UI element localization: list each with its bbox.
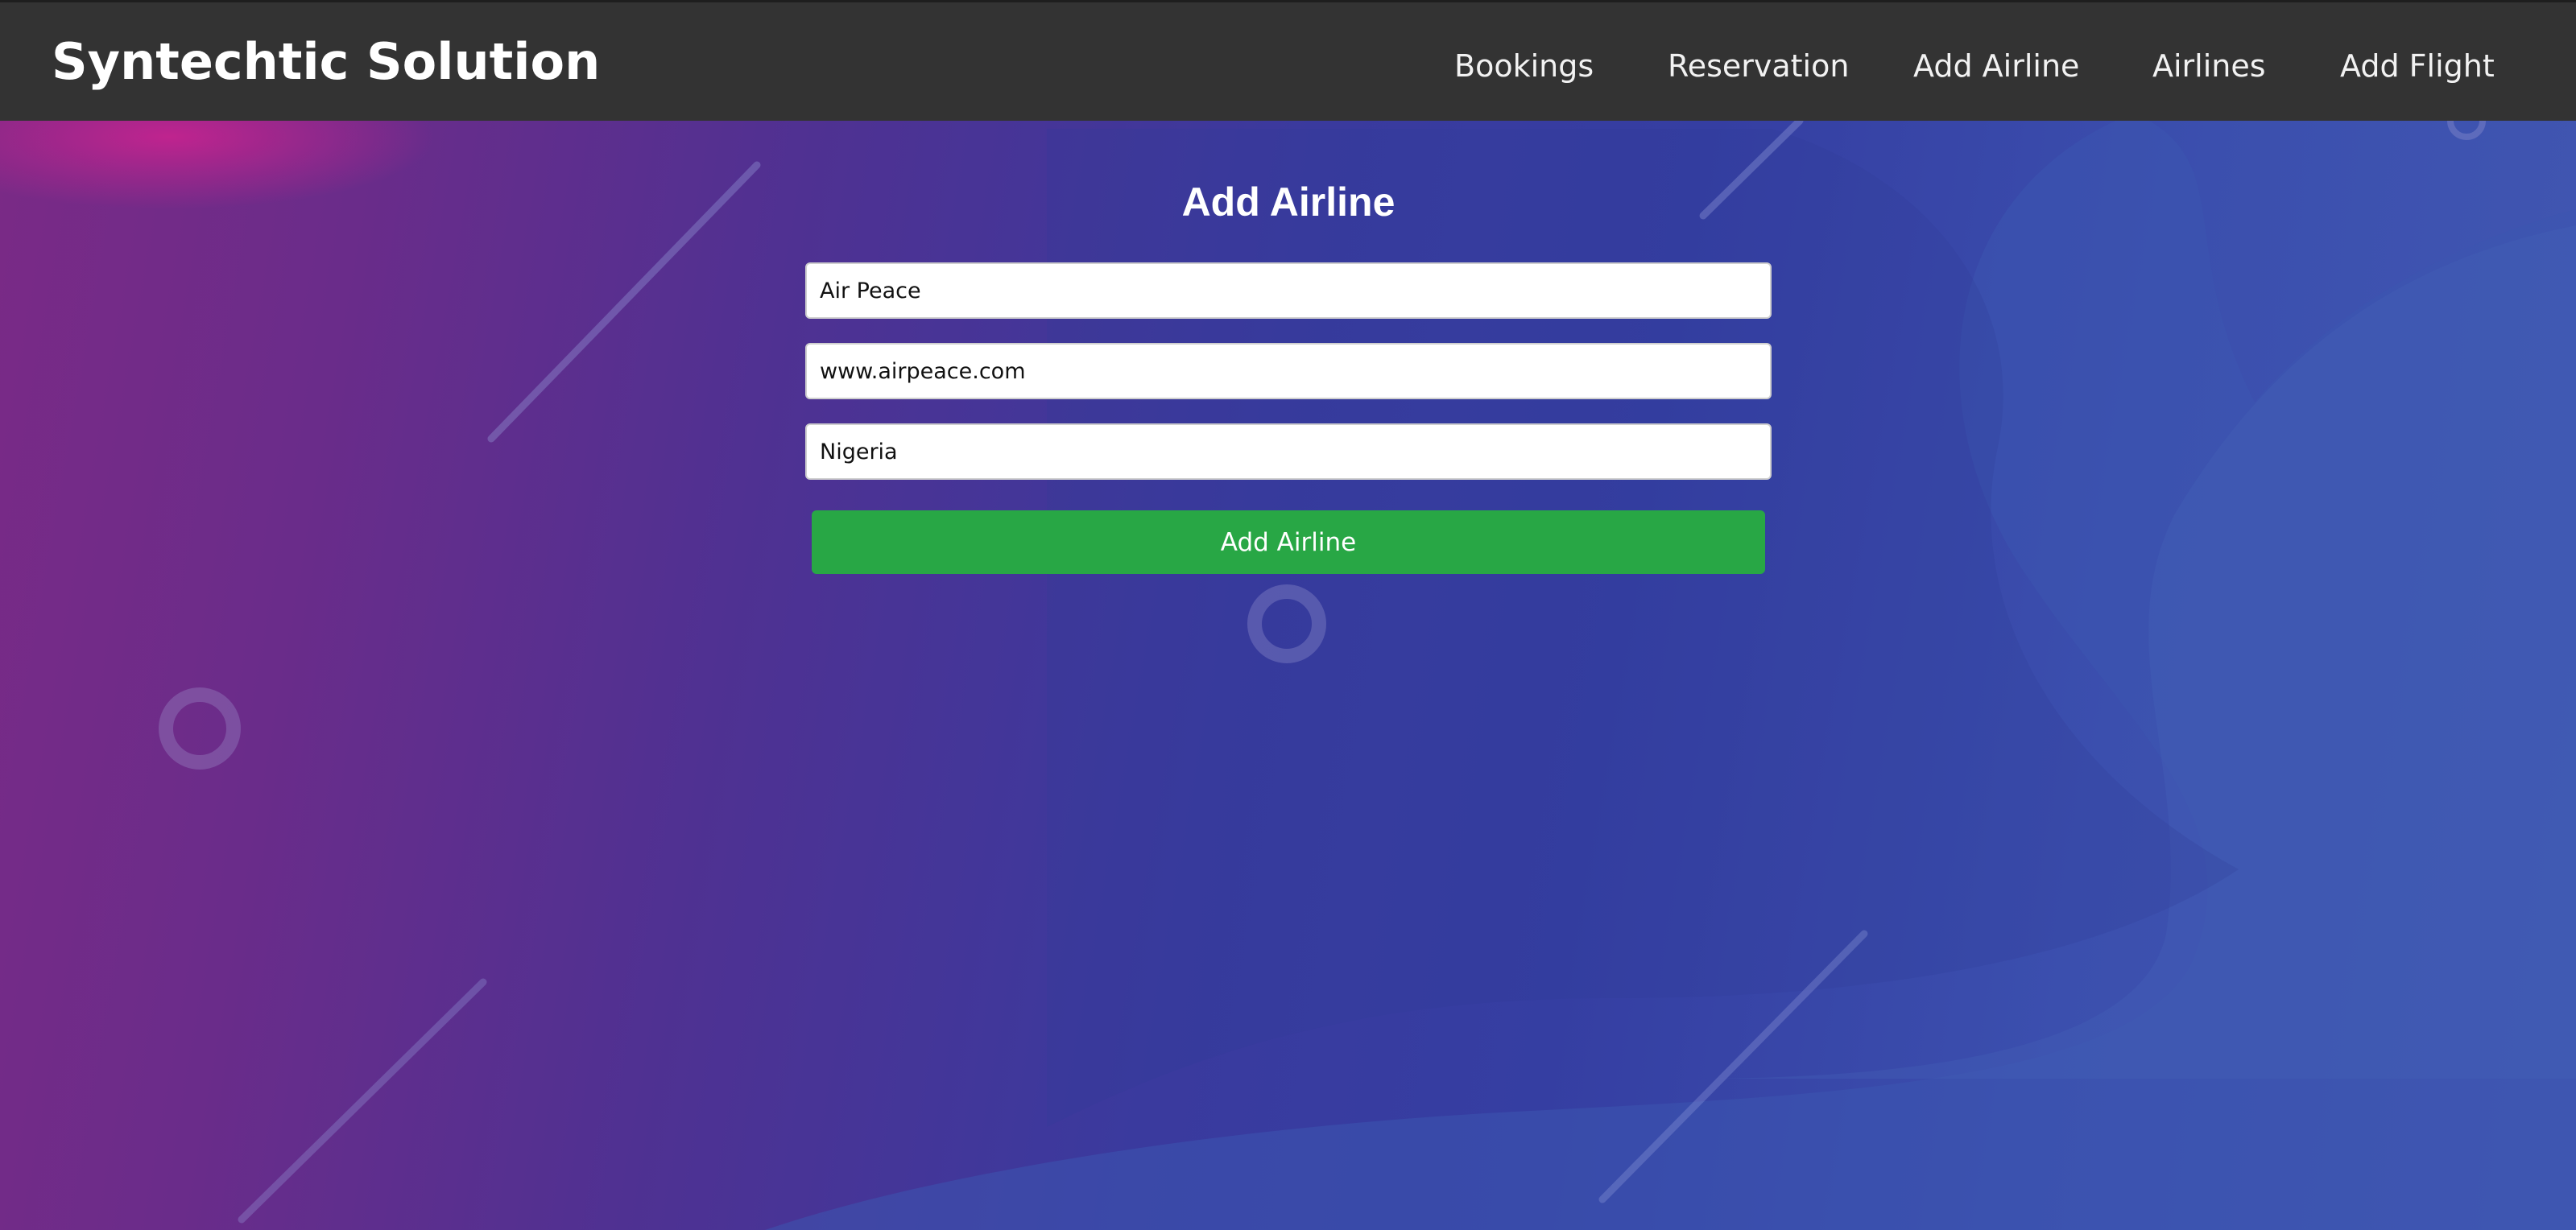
- nav-item-reservation[interactable]: Reservation: [1668, 40, 1849, 92]
- airline-website-input[interactable]: [805, 343, 1772, 399]
- brand-title[interactable]: Syntechtic Solution: [52, 30, 600, 94]
- nav-item-bookings[interactable]: Bookings: [1454, 40, 1594, 92]
- streak: [487, 161, 761, 443]
- airline-name-input[interactable]: [805, 262, 1772, 319]
- navbar: Syntechtic Solution Bookings Reservation…: [0, 0, 2576, 121]
- airline-country-input[interactable]: [805, 423, 1772, 480]
- nav-item-add-flight[interactable]: Add Flight: [2340, 40, 2495, 92]
- nav-item-airlines[interactable]: Airlines: [2152, 40, 2266, 92]
- ring-decoration: [159, 687, 241, 770]
- nav-item-add-airline[interactable]: Add Airline: [1913, 40, 2079, 92]
- streak: [238, 978, 487, 1224]
- add-airline-button[interactable]: Add Airline: [812, 510, 1765, 574]
- form-title: Add Airline: [1181, 180, 1396, 225]
